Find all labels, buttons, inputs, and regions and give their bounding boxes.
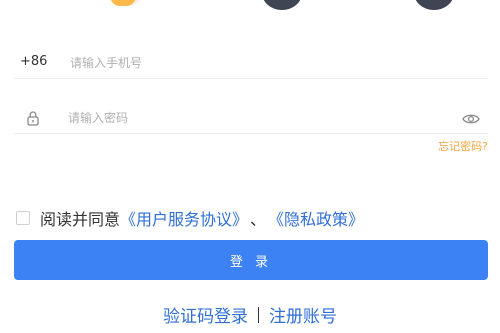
bottom-links: 验证码登录 注册账号 [0,302,500,327]
phone-row: +86 [14,48,488,79]
agreement-separator: 、 [250,210,267,229]
register-link[interactable]: 注册账号 [269,302,337,327]
divider [14,133,488,134]
agreement-text: 阅读并同意 [40,210,121,229]
agreement-row: 阅读并同意 《用户服务协议》 、 《隐私政策》 [16,207,364,229]
divider [14,78,488,79]
forgot-password-link[interactable]: 忘记密码? [438,138,488,154]
social-login-icon[interactable] [414,0,454,10]
agreement-checkbox[interactable] [16,211,30,225]
phone-input[interactable] [70,48,470,78]
password-row [14,103,488,134]
login-page: +86 忘记密码? 阅读并同意 《用户服务协议》 、 《隐私政策》 [0,0,500,333]
login-button[interactable]: 登 录 [14,240,488,280]
eye-icon[interactable] [462,111,480,125]
divider [258,306,259,323]
social-login-icon[interactable] [262,0,302,10]
app-icon[interactable] [110,0,144,6]
lock-icon [26,110,40,126]
privacy-policy-link[interactable]: 《隐私政策》 [268,206,364,230]
user-agreement-link[interactable]: 《用户服务协议》 [120,206,248,230]
country-code[interactable]: +86 [20,54,47,69]
sms-login-link[interactable]: 验证码登录 [163,302,248,327]
password-input[interactable] [68,103,448,133]
